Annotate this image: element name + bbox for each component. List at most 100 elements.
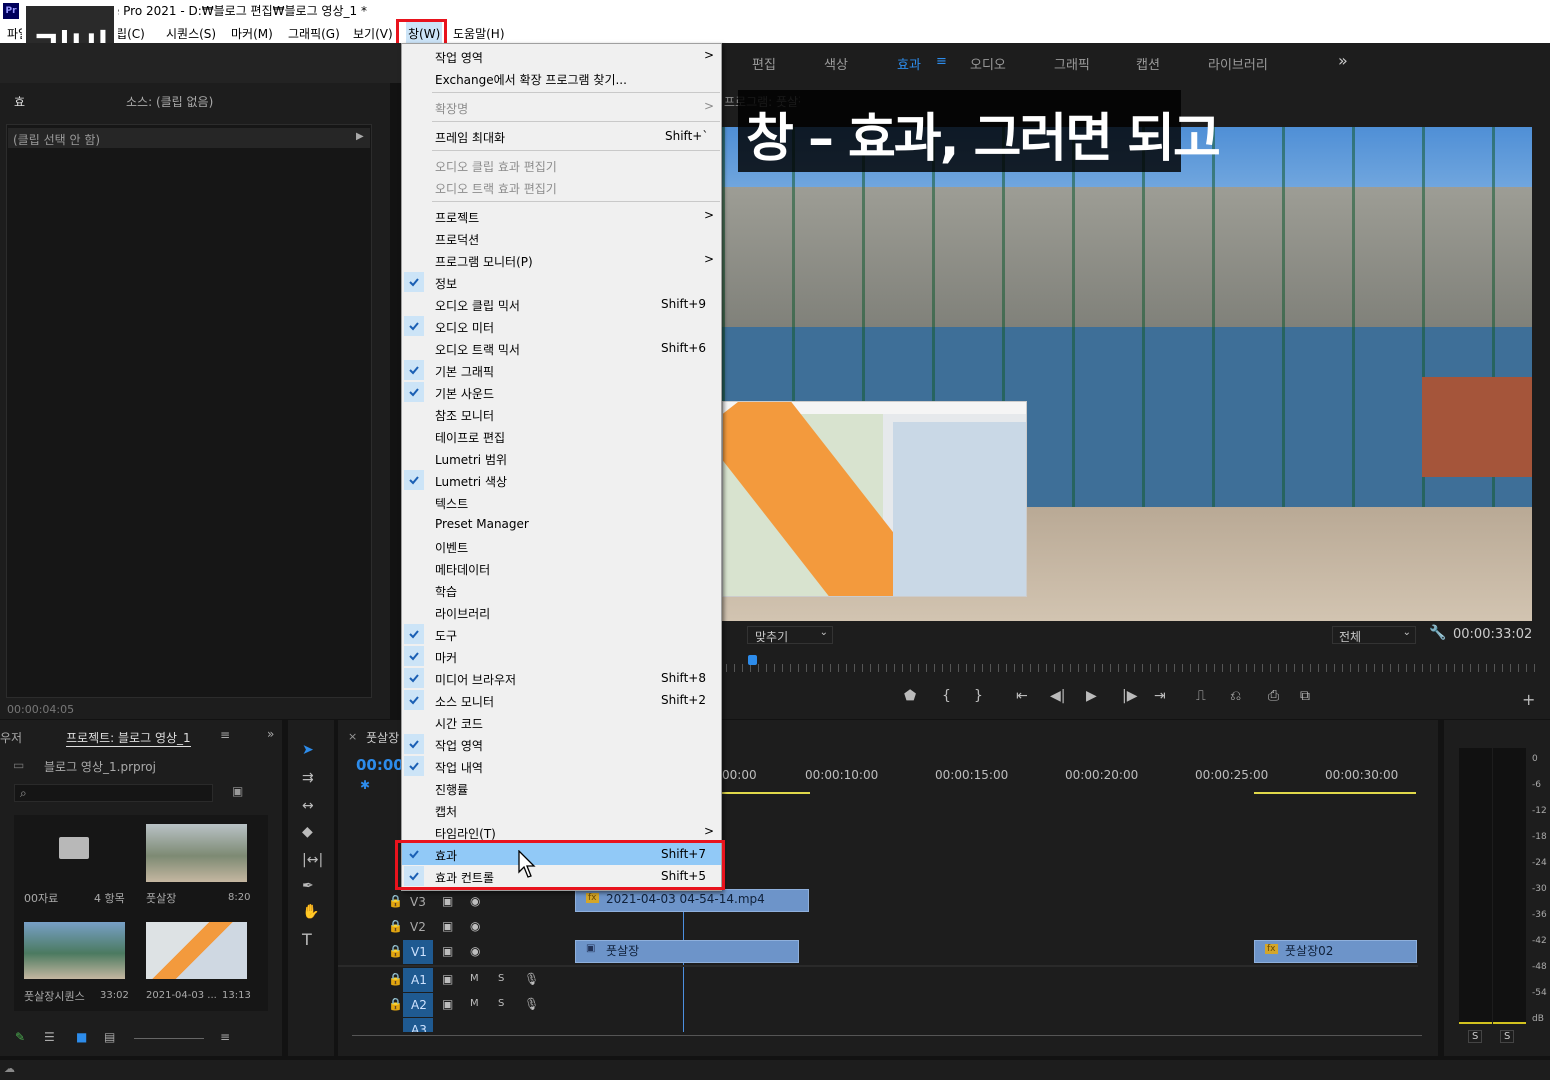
mark-in-icon[interactable]: { bbox=[942, 688, 951, 704]
menu-item-audio-meters[interactable]: 오디오 미터 bbox=[402, 315, 721, 337]
lock-icon[interactable]: 🔒 bbox=[388, 972, 403, 986]
workspace-audio[interactable]: 오디오 bbox=[970, 54, 1006, 73]
fit-dropdown[interactable]: 맞추기 ⌄ bbox=[747, 626, 833, 644]
menu-graphics[interactable]: 그래픽(G) bbox=[288, 25, 340, 42]
menu-item-source-monitor[interactable]: 소스 모니터 Shift+2 bbox=[402, 689, 721, 711]
mute-button[interactable]: M bbox=[470, 998, 479, 1009]
zoom-slider[interactable] bbox=[134, 1038, 204, 1039]
freeform-view-icon[interactable]: ▤ bbox=[104, 1030, 115, 1044]
menu-item-timecode[interactable]: 시간 코드 bbox=[402, 711, 721, 733]
go-to-in-icon[interactable]: ⇤ bbox=[1016, 688, 1028, 704]
menu-marker[interactable]: 마커(M) bbox=[231, 25, 273, 42]
timeline-clip[interactable]: ▣ 풋살장 bbox=[575, 940, 799, 963]
sort-icon[interactable]: ≡ bbox=[220, 1030, 230, 1044]
track-label[interactable]: V1 bbox=[403, 940, 433, 964]
film-icon[interactable]: ▣ bbox=[442, 919, 453, 933]
project-item-folder[interactable] bbox=[24, 823, 124, 881]
microphone-icon[interactable]: 🎙 bbox=[524, 972, 539, 986]
menu-item-workspaces[interactable]: 작업 영역 > bbox=[402, 45, 721, 67]
track-label[interactable]: A1 bbox=[403, 968, 433, 992]
workspace-captions[interactable]: 캡션 bbox=[1136, 54, 1160, 73]
project-item-clip-thumb[interactable] bbox=[146, 824, 247, 882]
menu-help[interactable]: 도움말(H) bbox=[453, 25, 505, 42]
lock-icon[interactable]: 🔒 bbox=[388, 919, 403, 933]
track-label[interactable]: A3 bbox=[403, 1018, 433, 1032]
step-forward-icon[interactable]: |▶ bbox=[1122, 688, 1137, 704]
step-back-icon[interactable]: ◀| bbox=[1050, 688, 1065, 704]
menu-item-progress[interactable]: 진행률 bbox=[402, 777, 721, 799]
add-marker-icon[interactable]: ⬟ bbox=[904, 688, 916, 704]
menu-item-libraries[interactable]: 라이브러리 bbox=[402, 601, 721, 623]
play-arrow-icon[interactable]: ▶ bbox=[356, 131, 364, 142]
microphone-icon[interactable]: 🎙 bbox=[524, 997, 539, 1011]
menu-item-edit-to-tape[interactable]: 테이프로 편집 bbox=[402, 425, 721, 447]
menu-item-essential-sound[interactable]: 기본 사운드 bbox=[402, 381, 721, 403]
lock-icon[interactable]: 🔒 bbox=[388, 944, 403, 958]
track-select-tool-icon[interactable]: ⇉ bbox=[302, 770, 314, 786]
project-item-map-thumb[interactable] bbox=[146, 922, 247, 979]
expand-panels-icon[interactable]: » bbox=[267, 727, 274, 741]
tab-effects[interactable]: 효 bbox=[14, 93, 25, 110]
menu-item-workspaces-panel[interactable]: 작업 영역 bbox=[402, 733, 721, 755]
menu-item-learn[interactable]: 학습 bbox=[402, 579, 721, 601]
solo-button[interactable]: S bbox=[498, 998, 504, 1009]
menu-item-lumetri-scopes[interactable]: Lumetri 범위 bbox=[402, 447, 721, 469]
new-bin-icon[interactable]: ▣ bbox=[232, 784, 243, 798]
mute-button[interactable]: M bbox=[470, 973, 479, 984]
timeline-tab[interactable]: 풋살장 bbox=[366, 729, 399, 746]
workspace-graphics[interactable]: 그래픽 bbox=[1054, 54, 1090, 73]
razor-tool-icon[interactable]: ◆ bbox=[302, 824, 313, 840]
tab-project[interactable]: 프로젝트: 블로그 영상_1 bbox=[66, 729, 191, 747]
timeline-scrollbar[interactable] bbox=[352, 1035, 1422, 1043]
ripple-edit-tool-icon[interactable]: ↔ bbox=[302, 798, 314, 814]
project-item-sequence-thumb[interactable] bbox=[24, 922, 125, 979]
work-area-bar[interactable] bbox=[722, 792, 810, 794]
menu-item-text[interactable]: 텍스트 bbox=[402, 491, 721, 513]
film-icon[interactable]: ▣ bbox=[442, 972, 453, 986]
timeline-clip[interactable]: fx 풋살장02 bbox=[1254, 940, 1417, 963]
menu-item-program-monitor[interactable]: 프로그램 모니터(P) > bbox=[402, 249, 721, 271]
more-workspaces-icon[interactable]: » bbox=[1338, 51, 1348, 70]
menu-item-maximize-frame[interactable]: 프레임 최대화 Shift+` bbox=[402, 125, 721, 147]
tab-source[interactable]: 소스: (클립 없음) bbox=[126, 93, 213, 110]
pencil-icon[interactable]: ✎ bbox=[15, 1030, 25, 1044]
track-label[interactable]: A2 bbox=[403, 993, 433, 1017]
workspace-color[interactable]: 색상 bbox=[824, 54, 848, 73]
selection-tool-icon[interactable]: ➤ bbox=[302, 742, 314, 758]
close-tab-icon[interactable]: × bbox=[348, 730, 357, 743]
hand-tool-icon[interactable]: ✋ bbox=[302, 904, 319, 920]
meter-solo-button[interactable]: S bbox=[1500, 1030, 1515, 1043]
lock-icon[interactable]: 🔒 bbox=[388, 997, 403, 1011]
project-search-input[interactable]: ⌕ bbox=[14, 784, 213, 802]
pen-tool-icon[interactable]: ✒ bbox=[302, 878, 314, 894]
menu-item-capture[interactable]: 캡처 bbox=[402, 799, 721, 821]
wrench-icon[interactable]: 🔧 bbox=[1429, 625, 1446, 641]
meter-solo-button[interactable]: S bbox=[1468, 1030, 1483, 1043]
icon-view-icon[interactable]: ■ bbox=[76, 1030, 87, 1044]
menu-sequence[interactable]: 시퀀스(S) bbox=[166, 25, 216, 42]
workspace-effects[interactable]: 효과 bbox=[897, 54, 921, 73]
menu-item-reference-monitor[interactable]: 참조 모니터 bbox=[402, 403, 721, 425]
eye-icon[interactable]: ◉ bbox=[470, 944, 480, 958]
film-icon[interactable]: ▣ bbox=[442, 997, 453, 1011]
solo-button[interactable]: S bbox=[498, 973, 504, 984]
menu-item-audio-clip-mixer[interactable]: 오디오 클립 믹서 Shift+9 bbox=[402, 293, 721, 315]
list-view-icon[interactable]: ☰ bbox=[44, 1030, 55, 1044]
extract-icon[interactable]: ⎌ bbox=[1230, 688, 1241, 704]
lock-icon[interactable]: 🔒 bbox=[388, 894, 403, 908]
snap-icon[interactable]: ✱ bbox=[360, 778, 370, 792]
workspace-edit[interactable]: 편집 bbox=[752, 54, 776, 73]
type-tool-icon[interactable]: T bbox=[302, 930, 312, 949]
lift-icon[interactable]: ⎍ bbox=[1196, 688, 1206, 704]
menu-item-essential-graphics[interactable]: 기본 그래픽 bbox=[402, 359, 721, 381]
mark-out-icon[interactable]: } bbox=[974, 688, 983, 704]
menu-view[interactable]: 보기(V) bbox=[353, 25, 393, 42]
menu-item-history[interactable]: 작업 내역 bbox=[402, 755, 721, 777]
menu-item-media-browser[interactable]: 미디어 브라우저 Shift+8 bbox=[402, 667, 721, 689]
program-scrubber[interactable] bbox=[726, 664, 1538, 672]
tab-media-browser[interactable]: 우저 bbox=[0, 729, 22, 746]
slip-tool-icon[interactable]: |↔| bbox=[302, 852, 323, 868]
menu-item-markers[interactable]: 마커 bbox=[402, 645, 721, 667]
menu-item-projects[interactable]: 프로젝트 > bbox=[402, 205, 721, 227]
work-area-bar[interactable] bbox=[1254, 792, 1416, 794]
